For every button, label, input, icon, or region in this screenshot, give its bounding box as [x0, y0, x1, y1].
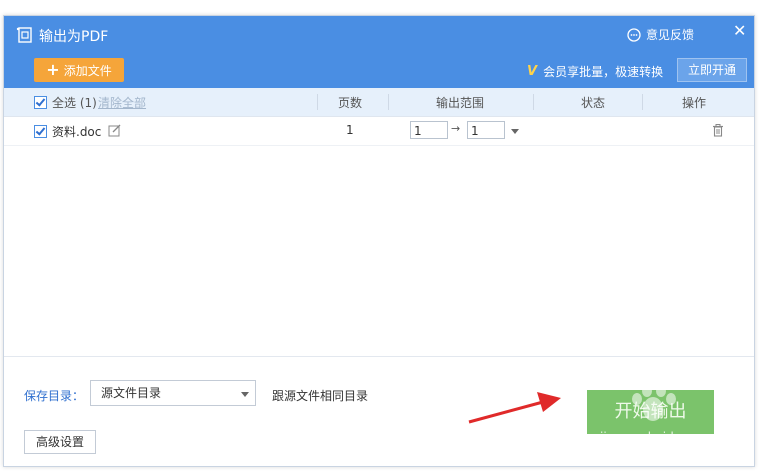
range-dropdown-icon[interactable] [511, 129, 519, 134]
dialog-header: 输出为PDF 意见反馈 ✕ + 添加文件 V 会员享批量，极速转换 立即开通 [4, 16, 754, 88]
row-checkbox[interactable] [34, 125, 47, 138]
select-all-checkbox[interactable] [34, 96, 47, 109]
trash-icon[interactable] [712, 124, 724, 137]
add-file-label: 添加文件 [63, 63, 112, 78]
range-from-input[interactable]: 1 [410, 121, 448, 139]
chat-bubble-icon [627, 27, 641, 42]
save-dir-value: 源文件目录 [101, 386, 162, 400]
column-divider [317, 94, 318, 110]
chevron-down-icon [241, 392, 249, 397]
advanced-settings-button[interactable]: 高级设置 [24, 430, 96, 454]
column-divider [388, 94, 389, 110]
column-header-status: 状态 [581, 96, 606, 110]
column-header-range: 输出范围 [436, 96, 485, 110]
column-header-action: 操作 [682, 96, 707, 110]
column-header-pages: 页数 [338, 96, 363, 110]
open-membership-button[interactable]: 立即开通 [677, 58, 747, 82]
save-dir-label: 保存目录： [24, 389, 85, 403]
feedback-label: 意见反馈 [646, 28, 695, 42]
same-dir-text: 跟源文件相同目录 [272, 389, 369, 403]
plus-icon: + [46, 60, 60, 79]
pdf-doc-icon [16, 27, 32, 43]
select-all-label: 全选 (1) [52, 96, 97, 110]
column-divider [533, 94, 534, 110]
range-arrow-icon: → [451, 122, 461, 135]
footer-panel: 保存目录： 源文件目录 跟源文件相同目录 高级设置 开始输出 [4, 356, 754, 466]
edit-icon[interactable] [108, 124, 121, 137]
start-export-button[interactable]: 开始输出 [587, 390, 714, 434]
clear-all-link[interactable]: 清除全部 [98, 94, 146, 111]
export-pdf-dialog: 输出为PDF 意见反馈 ✕ + 添加文件 V 会员享批量，极速转换 立即开通 全… [3, 15, 755, 467]
file-name: 资料.doc [52, 125, 102, 139]
feedback-button[interactable]: 意见反馈 [627, 26, 694, 43]
close-icon[interactable]: ✕ [733, 21, 746, 40]
red-arrow-annotation [468, 392, 561, 424]
file-table-header: 全选 (1) 清除全部 页数 输出范围 状态 操作 [4, 88, 754, 117]
vip-promo-text: 会员享批量，极速转换 [543, 65, 664, 79]
table-row: 资料.doc 1 1 → 1 [4, 117, 754, 146]
dialog-title: 输出为PDF [39, 29, 109, 45]
save-dir-select[interactable]: 源文件目录 [90, 380, 256, 406]
page-count: 1 [346, 123, 354, 137]
vip-promo: V 会员享批量，极速转换 [527, 63, 663, 80]
vip-icon: V [527, 64, 538, 79]
add-file-button[interactable]: + 添加文件 [34, 58, 124, 82]
column-divider [642, 94, 643, 110]
range-to-input[interactable]: 1 [467, 121, 505, 139]
watermark-url: jingyan.baidu.com [600, 430, 711, 444]
